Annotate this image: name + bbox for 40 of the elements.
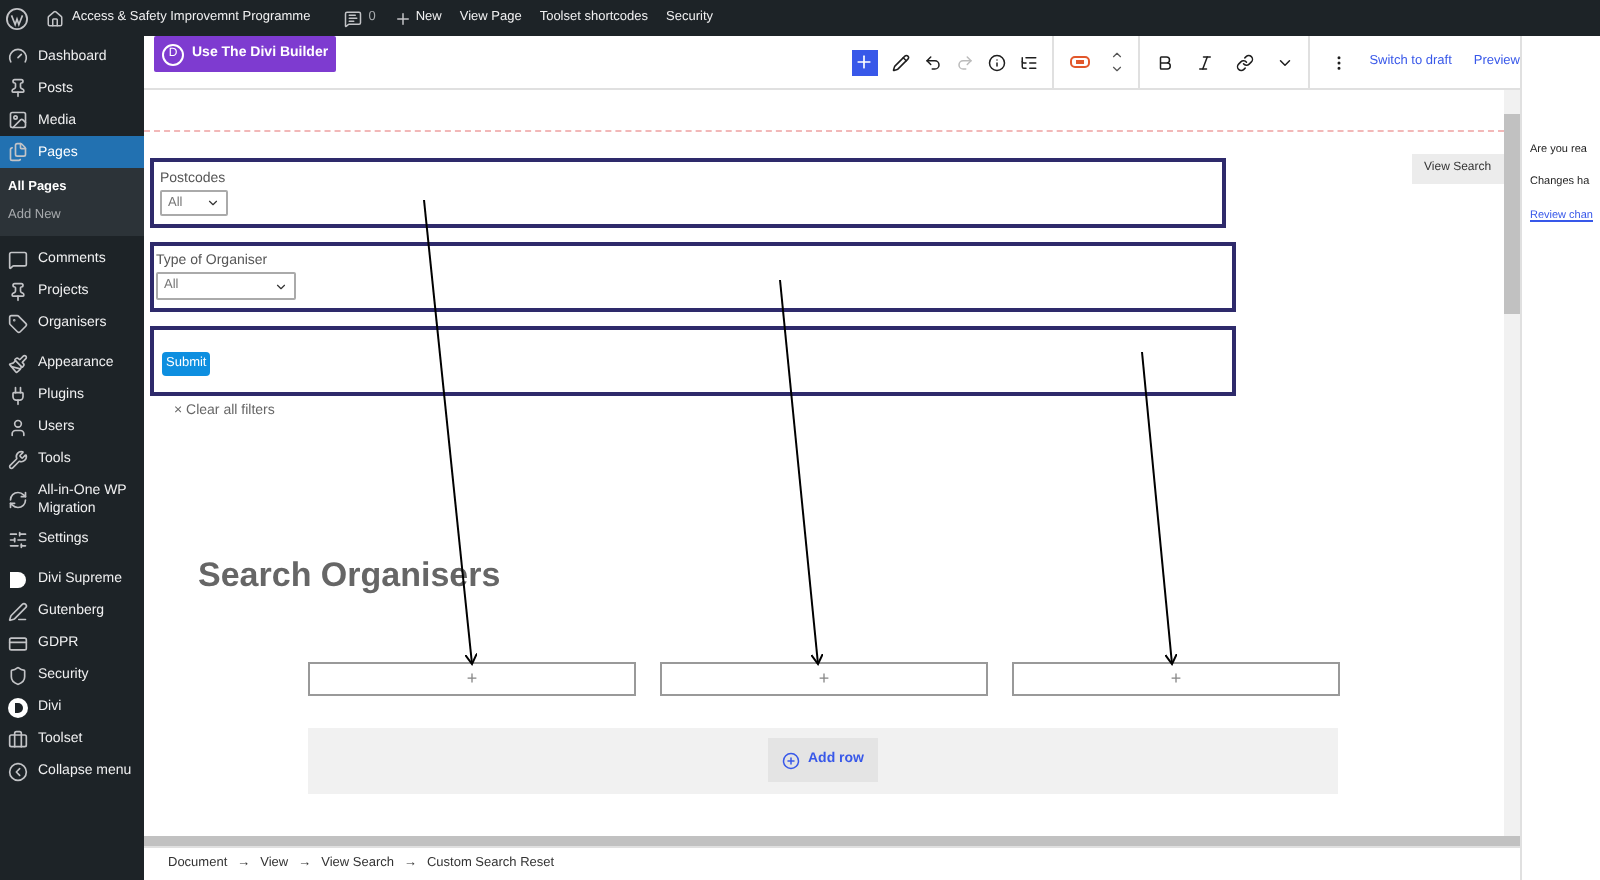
wordpress-logo-icon[interactable] — [6, 7, 28, 29]
circle-plus-icon — [782, 751, 800, 769]
plug-icon — [8, 385, 28, 405]
gauge-icon — [8, 46, 28, 66]
list-view-icon[interactable] — [1019, 53, 1038, 71]
comment-icon — [344, 9, 363, 27]
plus-icon — [393, 9, 412, 27]
empty-column[interactable]: + — [660, 661, 988, 695]
pencil-icon[interactable] — [891, 53, 910, 71]
empty-column[interactable]: + — [308, 661, 636, 695]
pushpin-icon — [8, 78, 28, 98]
pushpin-icon — [8, 281, 28, 301]
sliders-icon — [8, 529, 28, 549]
undo-icon[interactable] — [923, 53, 942, 71]
brush-icon — [8, 353, 28, 373]
circle-d-icon — [8, 697, 28, 717]
wrench-icon — [8, 449, 28, 469]
letter-d-icon — [8, 569, 28, 589]
user-icon — [8, 417, 28, 437]
collapse-icon — [8, 761, 28, 781]
pages-icon — [8, 142, 28, 162]
info-icon[interactable] — [987, 53, 1006, 71]
shield-icon — [8, 665, 28, 685]
toolbox-icon — [8, 729, 28, 749]
media-icon — [8, 110, 28, 130]
chevron-down-icon — [274, 279, 288, 293]
card-icon — [8, 633, 28, 653]
chevron-down-icon — [206, 196, 220, 210]
add-block-button[interactable] — [851, 49, 878, 75]
italic-icon[interactable] — [1195, 53, 1214, 71]
home-icon — [46, 9, 64, 27]
speech-bubble-icon — [8, 249, 28, 269]
block-type-icon[interactable] — [1069, 56, 1090, 68]
tag-icon — [8, 313, 28, 333]
circular-arrows-icon — [8, 489, 28, 509]
bold-icon[interactable] — [1155, 53, 1174, 71]
pen-icon — [8, 601, 28, 621]
empty-column[interactable]: + — [1012, 661, 1340, 695]
plus-icon — [854, 52, 875, 72]
link-icon[interactable] — [1235, 53, 1254, 71]
